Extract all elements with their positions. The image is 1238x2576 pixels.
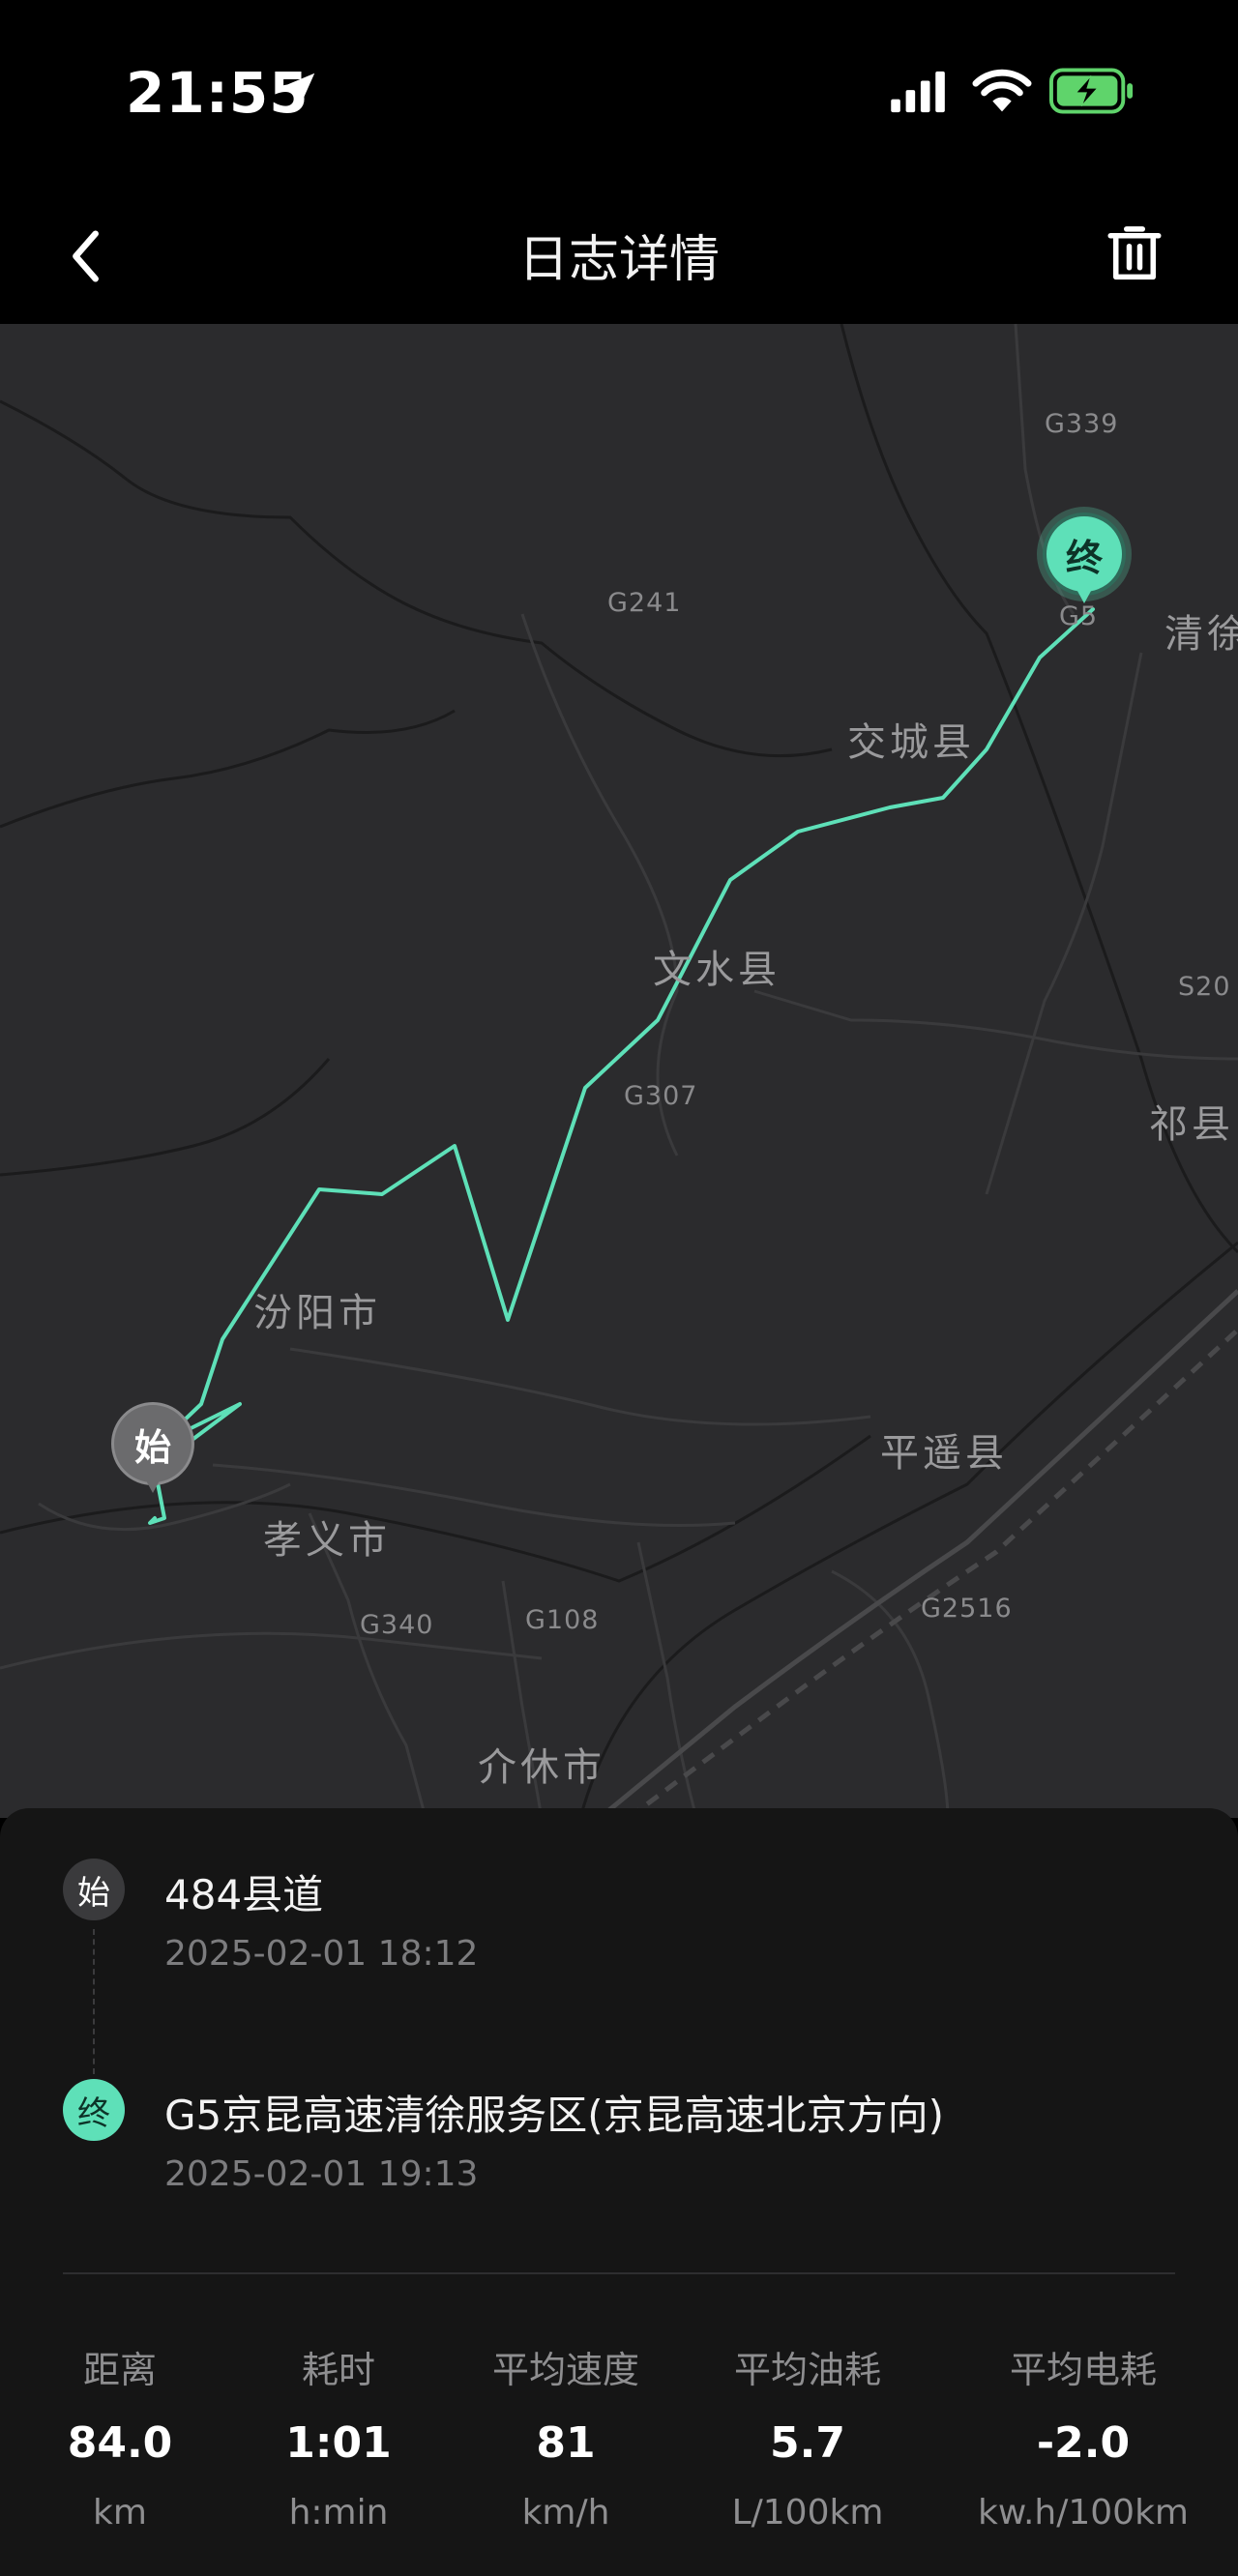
end-address: G5京昆高速清徐服务区(京昆高速北京方向)	[164, 2092, 945, 2139]
map-road-label: G340	[360, 1610, 434, 1640]
stat-label: 平均速度	[491, 2349, 639, 2391]
stat-value: 81	[536, 2418, 596, 2468]
stat-unit: L/100km	[731, 2493, 884, 2532]
stat-distance: 距离 84.0 km	[43, 2340, 197, 2532]
route-map[interactable]: 汾阳市 孝义市 文水县 交城县 平遥县 介休市 清徐 祁县 G339 G241 …	[0, 324, 1238, 1818]
stat-label: 距离	[82, 2349, 157, 2391]
cellular-signal-icon	[891, 71, 945, 113]
map-city-label: 孝义市	[263, 1518, 391, 1563]
start-time: 2025-02-01 18:12	[164, 1934, 479, 1974]
trip-detail-panel: 始 484县道 2025-02-01 18:12 终 G5京昆高速清徐服务区(京…	[0, 1808, 1238, 2576]
end-badge: 终	[63, 2079, 125, 2141]
stat-label: 平均油耗	[733, 2349, 881, 2391]
map-city-label: 祁县	[1149, 1102, 1234, 1147]
stat-label: 耗时	[301, 2349, 375, 2391]
map-road-label: G108	[525, 1605, 600, 1635]
stat-avg-electric: 平均电耗 -2.0 kw.h/100km	[958, 2340, 1209, 2532]
stat-avg-speed: 平均速度 81 km/h	[464, 2340, 667, 2532]
stat-avg-fuel: 平均油耗 5.7 L/100km	[706, 2340, 909, 2532]
end-time: 2025-02-01 19:13	[164, 2154, 479, 2194]
stat-value: 1:01	[285, 2418, 392, 2468]
end-marker-tail	[1073, 582, 1096, 603]
stat-value: -2.0	[1036, 2418, 1131, 2468]
stat-unit: km/h	[521, 2493, 610, 2532]
delete-icon[interactable]	[1103, 222, 1166, 286]
map-city-label: 平遥县	[880, 1431, 1008, 1476]
map-road-label: G307	[624, 1081, 698, 1111]
start-badge: 始	[63, 1859, 125, 1920]
map-road-label: G241	[607, 588, 682, 618]
map-road-label: G2516	[921, 1594, 1013, 1624]
start-map-marker[interactable]: 始	[111, 1402, 194, 1499]
wifi-icon	[972, 69, 1032, 112]
map-road-label: S20	[1178, 972, 1231, 1002]
start-marker-tail	[141, 1472, 164, 1493]
stat-label: 平均电耗	[1009, 2349, 1157, 2391]
stat-unit: kw.h/100km	[977, 2493, 1189, 2532]
end-map-marker[interactable]: 终	[1043, 512, 1126, 609]
stat-unit: h:min	[288, 2493, 389, 2532]
stat-value: 84.0	[67, 2418, 173, 2468]
stat-value: 5.7	[770, 2418, 845, 2468]
stat-unit: km	[93, 2493, 147, 2532]
battery-charging-icon	[1049, 68, 1134, 114]
divider	[63, 2272, 1175, 2274]
location-arrow-icon	[280, 73, 315, 107]
nav-bar: 日志详情	[0, 184, 1238, 324]
map-city-label: 交城县	[847, 720, 975, 765]
map-city-label: 文水县	[653, 948, 781, 992]
map-city-label: 介休市	[478, 1745, 605, 1790]
map-city-label: 清徐	[1164, 612, 1238, 657]
page-title: 日志详情	[517, 231, 720, 289]
start-address: 484县道	[164, 1871, 324, 1918]
stat-duration: 耗时 1:01 h:min	[261, 2340, 416, 2532]
status-bar: 21:55	[0, 0, 1238, 184]
map-city-label: 汾阳市	[253, 1291, 381, 1335]
map-road-label: G339	[1045, 409, 1119, 439]
route-connector	[93, 1929, 95, 2074]
